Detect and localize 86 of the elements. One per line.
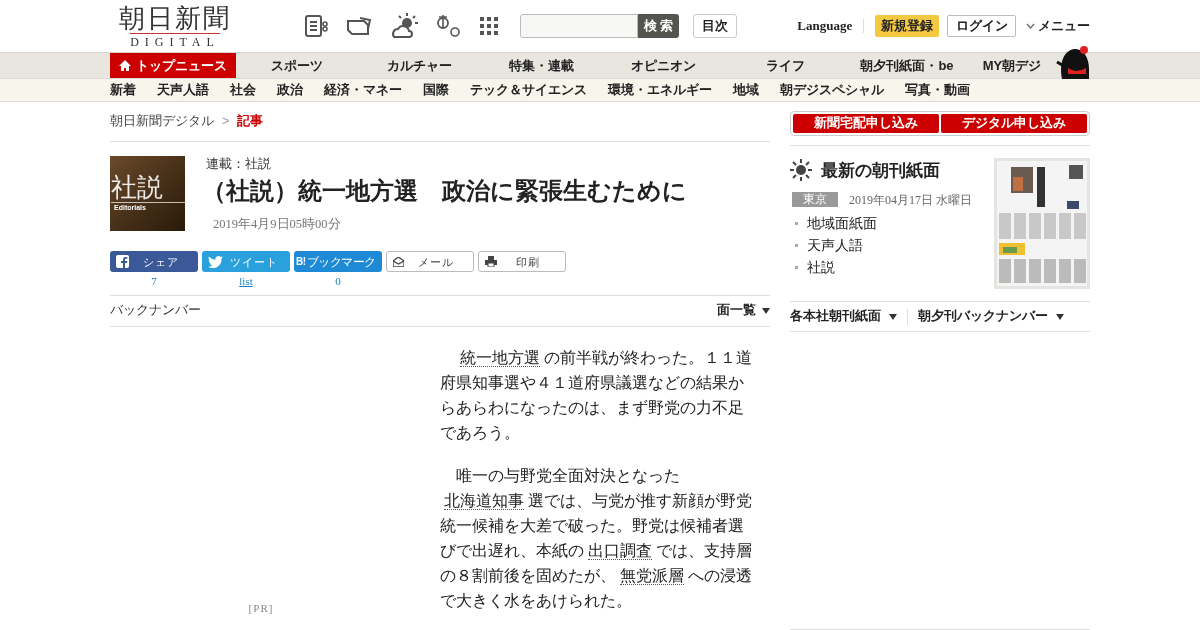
grid-menu-icon[interactable] xyxy=(479,17,498,35)
share-button[interactable]: シェア xyxy=(110,251,198,273)
search-field[interactable] xyxy=(519,14,638,38)
ad-label: [PR] xyxy=(248,601,274,617)
nav-tab[interactable]: スポーツ xyxy=(236,53,358,78)
logo[interactable]: 朝日新聞 DIGITAL xyxy=(116,4,234,48)
bullet-icon xyxy=(795,266,798,270)
printer-icon xyxy=(485,256,497,268)
bullet-icon xyxy=(795,222,798,226)
caret-icon xyxy=(762,307,770,314)
paper-link[interactable]: 天声人語 xyxy=(807,235,863,257)
series-label: 連載：社説 xyxy=(206,157,272,170)
paper-link[interactable]: 社説 xyxy=(807,257,835,279)
mascot-icon[interactable] xyxy=(1056,45,1090,79)
nav-tab[interactable]: 朝夕刊紙面・be xyxy=(846,53,968,78)
keyword-link[interactable]: 無党派層 xyxy=(620,566,684,585)
article-paragraph: 統一地方選 の前半戦が終わった。１１道府県知事選や４１道府県議選などの結果からあらわになったのは、まず野党の力不足であろう。 xyxy=(440,347,753,443)
logo-title: 朝日新聞 xyxy=(119,4,231,31)
share-label: メール xyxy=(416,254,455,270)
bullet-icon xyxy=(795,244,798,248)
nav-link[interactable]: 政治 xyxy=(277,80,303,100)
nav-tab[interactable]: カルチャー xyxy=(358,53,480,78)
register-button[interactable]: 新規登録 xyxy=(875,15,940,37)
table-of-contents-button[interactable]: 目次 xyxy=(693,14,738,38)
nav-tab[interactable]: トップニュース xyxy=(110,53,236,78)
document-icon[interactable] xyxy=(303,14,330,38)
share-button[interactable]: メール xyxy=(386,251,474,273)
share-label: ブックマーク xyxy=(306,253,376,271)
chevron-icon xyxy=(1026,23,1035,29)
page-list-dropdown[interactable]: 面一覧 xyxy=(717,301,770,321)
share-button[interactable]: B!ブックマーク xyxy=(294,251,382,273)
facebook-icon xyxy=(116,255,129,269)
language-link[interactable]: Language xyxy=(797,16,853,36)
article-paragraph: 唯一の与野党全面対決となった 北海道知事 選では、与党が推す新顔が野党統一候補を大差で破った。野党は候補者選びで出遅れ、本紙の 出口調査 では、支持層の８割前後を固めたが、 無党派層 への浸透で大きく水をあけられた。 xyxy=(440,465,753,611)
region-badge: 東京 xyxy=(792,192,838,208)
share-count: 0 xyxy=(335,274,341,290)
subscribe-button[interactable]: デジタル申し込み xyxy=(941,114,1087,133)
breadcrumb-separator: > xyxy=(222,113,230,131)
nav-tab[interactable]: ライフ xyxy=(724,53,846,78)
publish-date: 2019年4月9日05時00分 xyxy=(213,215,342,233)
share-label: ツイート xyxy=(228,254,279,270)
menu-button[interactable]: メニュー xyxy=(1026,16,1090,36)
share-label: シェア xyxy=(141,254,180,270)
login-button[interactable]: ログイン xyxy=(947,15,1016,37)
nav-tab[interactable]: 特集・連載 xyxy=(480,53,602,78)
nav-link[interactable]: 新着 xyxy=(110,80,136,100)
backnumber-label: バックナンバー xyxy=(110,302,201,320)
envelope-icon xyxy=(393,256,404,267)
section-title: 最新の朝刊紙面 xyxy=(821,160,940,181)
thumbnail-title: 社説 xyxy=(111,173,164,200)
nav-link[interactable]: 社会 xyxy=(230,80,256,100)
breadcrumb-link[interactable]: 記事 xyxy=(237,112,264,131)
share-button[interactable]: 印刷 xyxy=(478,251,566,273)
article-title: （社説）統一地方選 政治に緊張生むために xyxy=(202,180,687,204)
weather-icon[interactable] xyxy=(389,12,420,40)
share-count: 7 xyxy=(151,274,157,290)
nav-link[interactable]: 国際 xyxy=(423,80,449,100)
sun-icon xyxy=(790,159,812,182)
nav-link[interactable]: 経済・マネー xyxy=(324,80,402,100)
nav-link[interactable]: テック＆サイエンス xyxy=(470,80,587,100)
keyword-link[interactable]: 出口調査 xyxy=(588,541,652,560)
nav-tab[interactable]: オピニオン xyxy=(602,53,724,78)
search-button[interactable]: 検 索 xyxy=(637,14,680,38)
paper-link[interactable]: 地域面紙面 xyxy=(807,213,877,235)
keyword-link[interactable]: 北海道知事 xyxy=(444,491,524,510)
nav-link[interactable]: 地域 xyxy=(733,80,759,100)
bird-icon xyxy=(208,255,223,268)
dropdown-button[interactable]: 各本社朝刊紙面 xyxy=(790,307,897,326)
home-icon xyxy=(119,60,131,71)
caret-icon xyxy=(1056,313,1064,320)
nav-link[interactable]: 環境・エネルギー xyxy=(608,80,712,100)
nav-link[interactable]: 天声人語 xyxy=(157,80,209,100)
logo-subtitle: DIGITAL xyxy=(130,32,220,48)
nav-link[interactable]: 写真・動画 xyxy=(905,80,970,100)
paper-date: 2019年04月17日 水曜日 xyxy=(849,191,972,209)
share-count[interactable]: list xyxy=(239,273,253,290)
dropdown-button[interactable]: 朝夕刊バックナンバー xyxy=(918,307,1064,326)
ticket-icon[interactable] xyxy=(345,14,374,38)
nav-link[interactable]: 朝デジスペシャル xyxy=(780,80,884,100)
breadcrumb-link[interactable]: 朝日新聞デジタル xyxy=(110,112,214,131)
keyword-link[interactable]: 統一地方選 xyxy=(460,348,540,367)
caret-icon xyxy=(889,313,897,320)
hatena-logo-text: B! xyxy=(296,256,306,267)
nav-tab[interactable]: MY朝デジ xyxy=(968,53,1056,78)
subscribe-button[interactable]: 新聞宅配申し込み xyxy=(793,114,939,133)
share-label: 印刷 xyxy=(515,254,541,270)
